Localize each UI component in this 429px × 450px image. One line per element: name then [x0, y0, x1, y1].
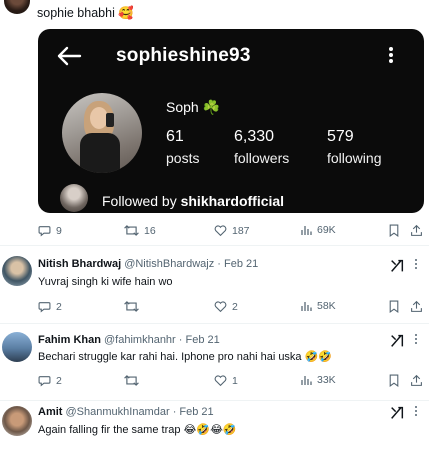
reply-actions: 2 1 33K: [38, 374, 424, 390]
repost-arrows-icon: [124, 301, 139, 312]
reply-button[interactable]: 2: [38, 374, 62, 387]
bookmark-button[interactable]: [388, 374, 400, 387]
repost-arrows-icon: [124, 225, 139, 236]
speech-bubble-icon: [38, 226, 51, 237]
tweet-text: sophie bhabhi 🥰: [37, 6, 134, 20]
bar-chart-icon: [301, 226, 312, 235]
share-button[interactable]: [410, 374, 423, 387]
more-vertical-icon: [388, 45, 394, 65]
speech-bubble-icon: [38, 376, 51, 387]
views-button[interactable]: 69K: [300, 224, 336, 236]
ig-posts-stat: 61 posts: [166, 128, 200, 166]
bar-chart-icon: [301, 376, 312, 385]
reply-tweet: Amit @ShanmukhInamdar · Feb 21 Again fal…: [0, 401, 429, 450]
grok-icon[interactable]: [389, 405, 405, 421]
reply-button[interactable]: 9: [38, 224, 62, 237]
heart-icon: [214, 375, 227, 387]
tweet-actions: 9 16 187 69K: [38, 224, 424, 240]
bookmark-icon: [389, 224, 399, 237]
speech-bubble-icon: [38, 302, 51, 313]
like-button[interactable]: 2: [214, 300, 238, 313]
avatar[interactable]: [2, 256, 32, 286]
reply-button[interactable]: 2: [38, 300, 62, 313]
more-dots-icon[interactable]: [409, 332, 423, 348]
more-dots-icon[interactable]: [409, 404, 423, 420]
heart-icon: [214, 225, 227, 237]
repost-button[interactable]: [124, 300, 144, 313]
reply-tweet: Fahim Khan @fahimkhanhr · Feb 21 Bechari…: [0, 324, 429, 400]
share-button[interactable]: [410, 300, 423, 313]
reply-header: Amit @ShanmukhInamdar · Feb 21: [38, 406, 214, 418]
heart-icon: [214, 301, 227, 313]
back-arrow-icon: [57, 46, 82, 66]
ig-username: sophieshine93: [116, 45, 251, 66]
views-button[interactable]: 33K: [300, 374, 336, 386]
share-upload-icon: [411, 224, 422, 236]
ig-profile-picture: [62, 93, 142, 173]
grok-icon[interactable]: [389, 258, 405, 274]
ig-followers-stat: 6,330 followers: [234, 128, 290, 166]
clover-icon: ☘️: [202, 99, 221, 115]
ig-display-name: Soph ☘️: [166, 99, 221, 115]
reply-header: Nitish Bhardwaj @NitishBhardwajz · Feb 2…: [38, 258, 259, 270]
bookmark-icon: [389, 374, 399, 387]
bookmark-icon: [389, 300, 399, 313]
followed-by-avatar: [60, 184, 88, 212]
avatar[interactable]: [4, 0, 30, 14]
reply-header: Fahim Khan @fahimkhanhr · Feb 21: [38, 334, 220, 346]
repost-button[interactable]: 16: [124, 224, 156, 237]
reply-text: Again falling fir the same trap 😂🤣😂🤣: [38, 424, 237, 436]
share-upload-icon: [411, 300, 422, 312]
like-button[interactable]: 1: [214, 374, 238, 387]
repost-arrows-icon: [124, 375, 139, 386]
avatar[interactable]: [2, 406, 32, 436]
repost-button[interactable]: [124, 374, 144, 387]
bar-chart-icon: [301, 302, 312, 311]
top-tweet: sophie bhabhi 🥰 sophieshine93 Soph ☘️ 61 …: [0, 0, 429, 245]
reply-text: Bechari struggle kar rahi hai. Iphone pr…: [38, 351, 332, 363]
reply-actions: 2 2 58K: [38, 300, 424, 316]
like-button[interactable]: 187: [214, 224, 250, 237]
share-button[interactable]: [410, 224, 423, 237]
bookmark-button[interactable]: [388, 300, 400, 313]
grok-icon[interactable]: [389, 333, 405, 349]
ig-followed-by: Followed by shikhardofficial: [102, 193, 285, 209]
share-upload-icon: [411, 374, 422, 386]
avatar[interactable]: [2, 332, 32, 362]
views-button[interactable]: 58K: [300, 300, 336, 312]
bookmark-button[interactable]: [388, 224, 400, 237]
more-dots-icon[interactable]: [409, 257, 423, 273]
instagram-profile-screenshot[interactable]: sophieshine93 Soph ☘️ 61 posts 6,330 foll…: [38, 29, 424, 213]
ig-following-stat: 579 following: [327, 128, 382, 166]
reply-tweet: Nitish Bhardwaj @NitishBhardwajz · Feb 2…: [0, 246, 429, 323]
reply-text: Yuvraj singh ki wife hain wo: [38, 276, 173, 288]
